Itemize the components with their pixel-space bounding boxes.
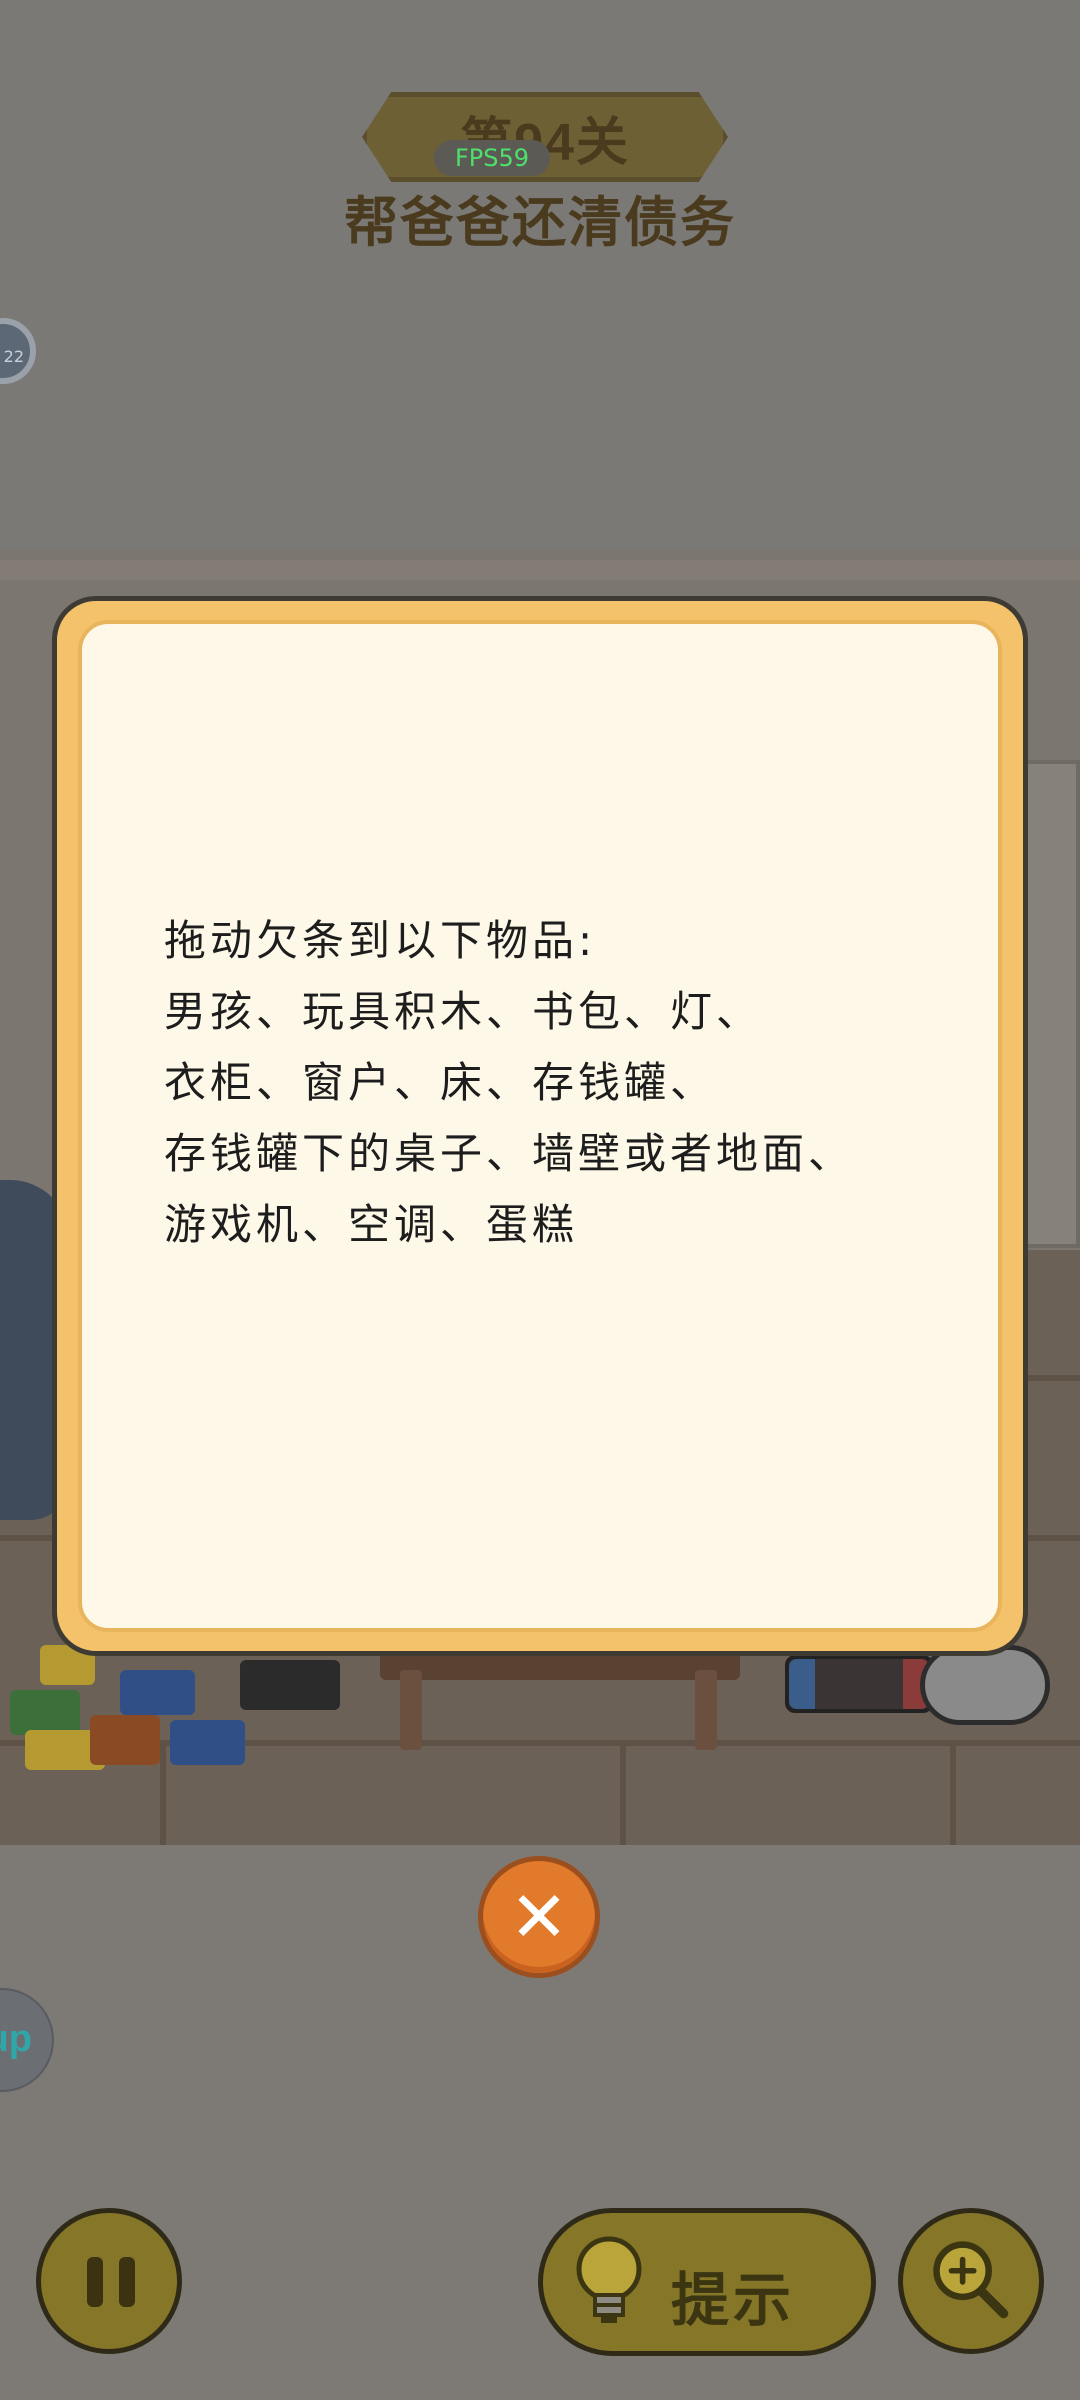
zoom-button[interactable]	[898, 2208, 1044, 2354]
hint-button[interactable]: 提示	[538, 2208, 876, 2356]
up-label: up	[0, 2018, 32, 2060]
scene-backdrop	[0, 0, 1080, 550]
game-console[interactable]	[785, 1655, 933, 1713]
instruction-text: 拖动欠条到以下物品: 男孩、玩具积木、书包、灯、 衣柜、窗户、床、存钱罐、 存钱…	[164, 905, 984, 1260]
zoom-in-icon	[933, 2241, 1009, 2319]
instruction-line: 存钱罐下的桌子、墙壁或者地面、	[164, 1129, 855, 1178]
gamepad[interactable]	[920, 1645, 1050, 1725]
close-button[interactable]: ✕	[478, 1856, 600, 1978]
lightbulb-icon	[576, 2236, 642, 2323]
fps-counter: FPS59	[434, 140, 550, 176]
wardrobe[interactable]	[1022, 760, 1080, 1248]
instruction-line: 游戏机、空调、蛋糕	[164, 1200, 579, 1249]
floor-seam	[950, 1740, 956, 1845]
wall-trim	[0, 560, 1080, 580]
level-title: 帮爸爸还清债务	[344, 193, 736, 253]
table-leg	[695, 1670, 717, 1750]
instruction-line: 拖动欠条到以下物品:	[164, 916, 597, 965]
table-leg	[400, 1670, 422, 1750]
instruction-line: 衣柜、窗户、床、存钱罐、	[164, 1058, 717, 1107]
instruction-line: 男孩、玩具积木、书包、灯、	[164, 987, 763, 1036]
pause-button[interactable]	[36, 2208, 182, 2354]
close-icon: ✕	[509, 1876, 569, 1958]
floor-seam	[620, 1740, 626, 1845]
hint-label: 提示	[671, 2268, 796, 2333]
